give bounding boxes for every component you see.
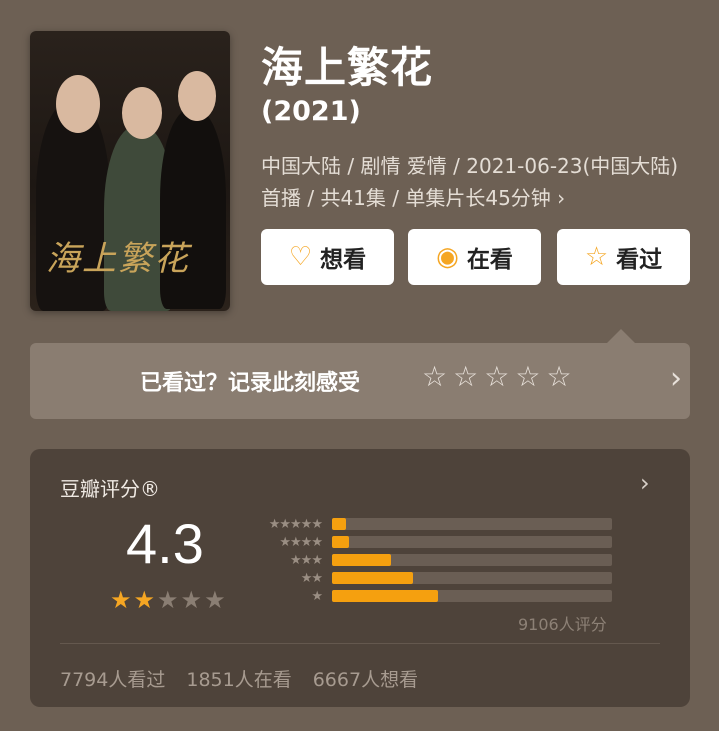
distribution-bar	[332, 590, 439, 602]
star-outline-icon[interactable]: ☆	[453, 363, 478, 391]
distribution-star-label: ★★★	[290, 552, 323, 568]
poster-face-center	[122, 87, 162, 139]
distribution-row: ★★★★	[252, 533, 612, 551]
chevron-right-icon: ›	[557, 186, 566, 210]
distribution-track	[332, 590, 612, 602]
poster-face-left	[56, 75, 100, 133]
distribution-star-label: ★★	[300, 570, 323, 586]
distribution-track	[332, 536, 612, 548]
distribution-star-label: ★★★★★	[268, 516, 323, 532]
star-empty-icon: ★	[157, 586, 179, 614]
distribution-bar	[332, 518, 346, 530]
poster-title-art: 海上繁花	[46, 239, 190, 279]
star-empty-icon: ★	[180, 586, 203, 614]
poster-face-right	[178, 71, 216, 121]
distribution-row: ★★	[252, 569, 612, 587]
watching-label: 在看	[466, 247, 513, 273]
distribution-star-label: ★★★★	[279, 534, 323, 550]
star-empty-icon: ★	[204, 586, 226, 614]
distribution-bar	[332, 572, 414, 584]
distribution-bar	[332, 536, 349, 548]
rating-count: 9106人评分	[518, 615, 607, 634]
poster-image[interactable]: 海上繁花	[30, 31, 230, 311]
audience-stats: 7794人看过 1851人在看 6667人想看	[60, 665, 418, 692]
divider	[60, 643, 660, 644]
star-filled-icon: ★	[110, 586, 132, 614]
target-icon: ◉	[436, 242, 459, 272]
douban-rating-card: 豆瓣评分® › 4.3 ★ ★ ★ ★ ★ ★★★★★ ★★★★ ★★★ ★★ ★ 9106人评…	[30, 449, 690, 707]
distribution-bar	[332, 554, 391, 566]
release-year: (2021)	[261, 96, 361, 127]
watched-label: 看过	[616, 247, 663, 273]
distribution-track	[332, 572, 612, 584]
movie-meta[interactable]: 中国大陆 / 剧情 爱情 / 2021-06-23(中国大陆)首播 / 共41集…	[261, 150, 681, 214]
distribution-row: ★★★	[252, 551, 612, 569]
distribution-row: ★★★★★	[252, 515, 612, 533]
star-outline-icon[interactable]: ☆	[546, 363, 571, 391]
rating-title: 豆瓣评分®	[60, 477, 160, 501]
watched-count[interactable]: 7794人看过	[60, 665, 165, 692]
star-filled-icon: ★	[133, 586, 156, 614]
heart-plus-icon: ♡	[288, 242, 313, 272]
distribution-star-label: ★	[311, 588, 323, 604]
popover-pointer	[607, 329, 635, 343]
star-outline-icon[interactable]: ☆	[422, 363, 447, 391]
watching-count[interactable]: 1851人在看	[186, 665, 291, 692]
want-to-watch-button[interactable]: ♡ 想看	[261, 229, 394, 285]
chevron-right-icon[interactable]: ›	[670, 361, 682, 396]
watched-button[interactable]: ☆ 看过	[557, 229, 690, 285]
record-feeling-label: 已看过？记录此刻感受	[140, 371, 361, 396]
chevron-right-icon[interactable]: ›	[640, 469, 650, 497]
distribution-track	[332, 554, 612, 566]
rating-distribution: ★★★★★ ★★★★ ★★★ ★★ ★	[252, 515, 612, 605]
score-stars: ★ ★ ★ ★ ★	[110, 588, 226, 612]
page-title: 海上繁花	[261, 43, 434, 92]
record-feeling-bar[interactable]: 已看过？记录此刻感受 ☆ ☆ ☆ ☆ ☆ ›	[30, 343, 690, 419]
meta-text: 中国大陆 / 剧情 爱情 / 2021-06-23(中国大陆)首播 / 共41集…	[261, 154, 679, 210]
distribution-track	[332, 518, 612, 530]
want-to-watch-label: 想看	[320, 247, 367, 273]
star-outline-icon[interactable]: ☆	[515, 363, 540, 391]
rate-stars[interactable]: ☆ ☆ ☆ ☆ ☆	[422, 363, 572, 391]
watching-button[interactable]: ◉ 在看	[408, 229, 541, 285]
rating-score: 4.3	[126, 512, 204, 575]
want-count[interactable]: 6667人想看	[313, 665, 418, 692]
distribution-row: ★	[252, 587, 612, 605]
star-outline-icon: ☆	[584, 242, 609, 272]
star-outline-icon[interactable]: ☆	[484, 363, 509, 391]
